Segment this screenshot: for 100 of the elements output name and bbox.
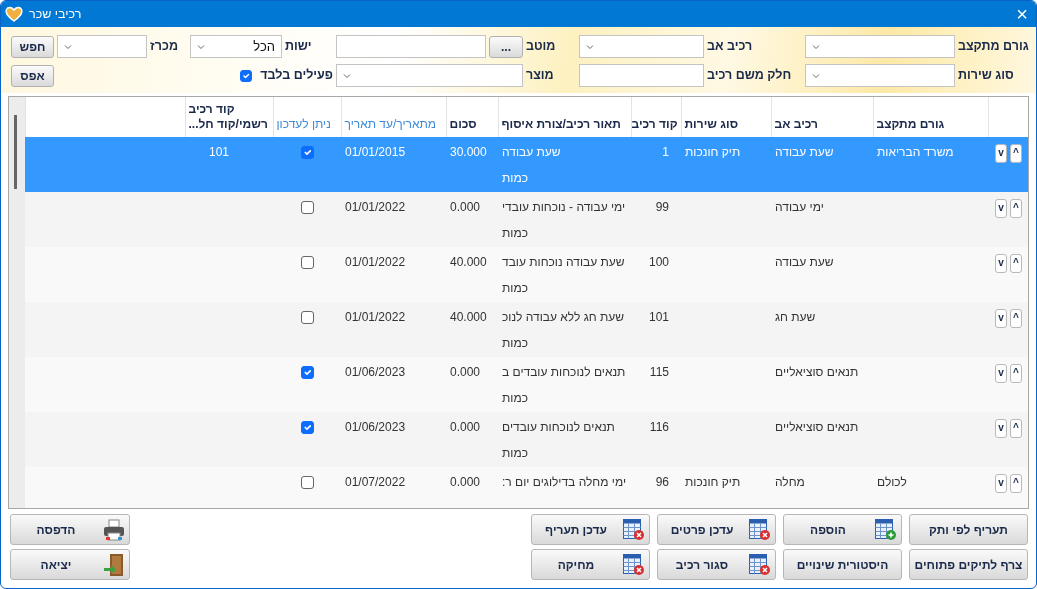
heart-icon bbox=[5, 6, 23, 22]
move-up-button[interactable]: ^ bbox=[1010, 143, 1022, 163]
field-label: מכרז bbox=[150, 38, 179, 56]
action-button[interactable]: מחיקה bbox=[531, 549, 650, 580]
table-cell: שעת חג bbox=[775, 310, 816, 324]
move-down-button[interactable]: v bbox=[995, 473, 1007, 493]
action-button[interactable]: הדפסה bbox=[10, 514, 130, 545]
action-button[interactable]: תעריף לפי ותק bbox=[909, 514, 1028, 545]
action-button[interactable]: אפס bbox=[11, 64, 54, 87]
checkbox[interactable] bbox=[300, 201, 314, 214]
table-cell: 01/01/2015 bbox=[345, 145, 406, 159]
table-cell: תיק חונכות bbox=[685, 475, 741, 489]
move-down-button[interactable]: v bbox=[995, 143, 1007, 163]
window-title: רכיבי שכר bbox=[29, 5, 82, 23]
column-header[interactable]: קוד רכיב רשמי/קוד חל... bbox=[185, 97, 273, 137]
checkbox[interactable] bbox=[300, 421, 314, 434]
table-cell: תיק חונכות bbox=[685, 145, 741, 159]
action-button[interactable]: ... bbox=[489, 35, 523, 58]
chevron-down-icon bbox=[586, 42, 594, 51]
move-up-button[interactable]: ^ bbox=[1010, 473, 1022, 493]
action-button[interactable]: הוספה bbox=[783, 514, 902, 545]
table-cell: תנאים סוציאליים bbox=[775, 420, 859, 434]
column-header[interactable]: קוד רכיב bbox=[631, 97, 681, 137]
table-cell-text: כמות bbox=[502, 390, 529, 407]
table-cell: 96 bbox=[655, 475, 669, 489]
table-cell: 40.000 bbox=[450, 255, 487, 269]
move-up-button[interactable]: ^ bbox=[1010, 198, 1022, 218]
table-cell-text: כמות bbox=[502, 225, 529, 242]
checkbox[interactable] bbox=[300, 256, 314, 269]
column-header[interactable]: גורם מתקצב bbox=[873, 97, 988, 137]
table-cell: ימי עבודה bbox=[775, 200, 824, 214]
column-header[interactable]: רכיב אב bbox=[771, 97, 873, 137]
dropdown[interactable]: הכל bbox=[190, 35, 282, 58]
column-header[interactable]: סוג שירות bbox=[681, 97, 771, 137]
table-cell: 116 bbox=[649, 420, 669, 434]
field-label: מוצר bbox=[526, 67, 555, 85]
field-label: חלק משם רכיב bbox=[707, 67, 793, 85]
action-button[interactable]: סגור רכיב bbox=[657, 549, 776, 580]
table-cell: מחלה bbox=[775, 475, 805, 489]
field-label: מוטב bbox=[526, 38, 557, 56]
move-up-button[interactable]: ^ bbox=[1010, 253, 1022, 273]
action-button[interactable]: היסטורית שינויים bbox=[783, 549, 902, 580]
move-down-button[interactable]: v bbox=[995, 363, 1007, 383]
table-cell-text: תנאים לנוכחות עובדים ב bbox=[502, 364, 627, 381]
column-header[interactable]: ניתן לעדכון bbox=[273, 97, 341, 137]
table-cell-text: כמות bbox=[502, 280, 529, 297]
table-cell-text: כמות bbox=[502, 335, 529, 352]
move-down-button[interactable]: v bbox=[995, 308, 1007, 328]
table-cell: 01/01/2022 bbox=[345, 310, 406, 324]
printer-icon bbox=[103, 518, 125, 541]
chevron-down-icon bbox=[343, 71, 351, 80]
chevron-down-icon bbox=[197, 42, 205, 51]
column-header[interactable]: מתאריך/עד תאריך bbox=[341, 97, 446, 137]
checkbox[interactable] bbox=[300, 146, 314, 159]
column-header[interactable]: סכום bbox=[446, 97, 498, 137]
table-cell: 01/06/2023 bbox=[345, 365, 406, 379]
checkbox[interactable] bbox=[300, 476, 314, 489]
action-button[interactable]: צרף לתיקים פתוחים bbox=[909, 549, 1028, 580]
move-down-button[interactable]: v bbox=[995, 198, 1007, 218]
table-cell: 40.000 bbox=[450, 310, 487, 324]
chevron-down-icon bbox=[64, 42, 72, 51]
checkbox[interactable] bbox=[300, 311, 314, 324]
move-up-button[interactable]: ^ bbox=[1010, 418, 1022, 438]
table-cell-text: ימי מחלה בדילוגים יום ר: bbox=[502, 474, 627, 491]
table-cell: 101 bbox=[209, 145, 230, 159]
exit-door-icon bbox=[103, 552, 125, 577]
scrollbar[interactable] bbox=[9, 97, 25, 508]
table-cell: 101 bbox=[648, 310, 669, 324]
table-cell: שעת עבודה bbox=[775, 145, 834, 159]
action-button[interactable]: חפש bbox=[11, 35, 54, 58]
column-header[interactable]: תאור רכיב/צורת איסוף bbox=[498, 97, 631, 137]
table-delete-icon bbox=[748, 553, 771, 576]
move-up-button[interactable]: ^ bbox=[1010, 363, 1022, 383]
table-cell: 115 bbox=[649, 365, 669, 379]
action-button[interactable]: יציאה bbox=[10, 549, 130, 580]
checkbox-label: פעילים בלבד bbox=[260, 67, 333, 85]
table-cell: 30.000 bbox=[450, 145, 487, 159]
table-cell: 99 bbox=[655, 200, 669, 214]
table-cell-text: שעת עבודה bbox=[502, 144, 562, 161]
field-label: סוג שירות bbox=[958, 67, 1015, 85]
move-down-button[interactable]: v bbox=[995, 253, 1007, 273]
move-down-button[interactable]: v bbox=[995, 418, 1007, 438]
move-up-button[interactable]: ^ bbox=[1010, 308, 1022, 328]
table-cell: 01/06/2023 bbox=[345, 420, 406, 434]
checkbox[interactable] bbox=[300, 366, 314, 379]
table-cell: 100 bbox=[648, 255, 669, 269]
table-cell: 0.000 bbox=[450, 420, 481, 434]
checkbox[interactable] bbox=[240, 69, 253, 82]
table-cell-text: כמות bbox=[502, 445, 529, 462]
table-delete-icon bbox=[748, 518, 771, 541]
close-button[interactable]: × bbox=[1014, 4, 1030, 24]
text-input[interactable] bbox=[579, 64, 704, 87]
field-label: גורם מתקצב bbox=[958, 38, 1030, 56]
action-button[interactable]: עדכן פרטים bbox=[657, 514, 776, 545]
table-delete-icon bbox=[622, 553, 645, 576]
table-cell: תנאים סוציאליים bbox=[775, 365, 859, 379]
table-cell: 0.000 bbox=[450, 365, 481, 379]
text-input[interactable] bbox=[336, 35, 486, 58]
action-button[interactable]: עדכן תעריף bbox=[531, 514, 650, 545]
dropdown-value: הכל bbox=[253, 37, 275, 56]
